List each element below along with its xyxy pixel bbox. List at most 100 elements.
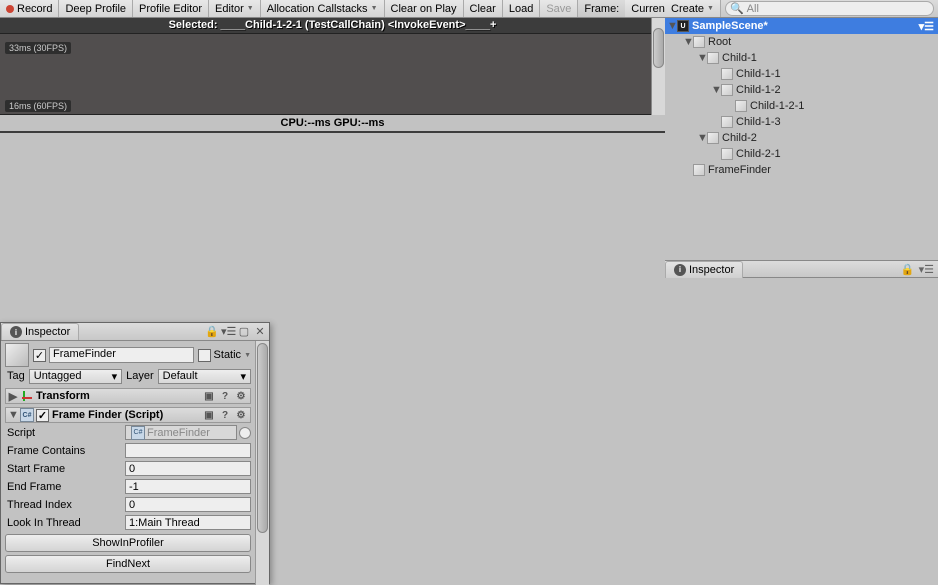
tag-value: Untagged — [34, 370, 82, 382]
look-in-thread-dropdown[interactable]: 1:Main Thread — [125, 515, 251, 530]
framefinder-component-header[interactable]: ▼ C# ✓ Frame Finder (Script) ▣?⚙ — [5, 407, 251, 423]
tag-label: Tag — [5, 370, 27, 382]
foldout-icon[interactable]: ▼ — [667, 20, 677, 32]
current-button[interactable]: Curren — [625, 0, 665, 17]
gameobject-enabled-checkbox[interactable]: ✓ — [33, 349, 46, 362]
clear-button[interactable]: Clear — [464, 0, 503, 17]
chevron-down-icon: ▼ — [247, 5, 254, 12]
scene-options-icon[interactable]: ▾☰ — [919, 20, 934, 33]
hierarchy-item[interactable]: ▼Child-1 — [665, 50, 938, 66]
tag-dropdown[interactable]: Untagged▾ — [29, 369, 122, 384]
gameobject-icon — [721, 84, 733, 96]
script-header-label: Frame Finder (Script) — [52, 409, 163, 421]
hierarchy-item[interactable]: Child-1-2-1 — [665, 98, 938, 114]
gameobject-name-input[interactable]: FrameFinder — [49, 347, 194, 363]
gameobject-icon — [693, 36, 705, 48]
component-enabled-checkbox[interactable]: ✓ — [36, 409, 49, 422]
gear-icon[interactable]: ⚙ — [234, 410, 248, 421]
hierarchy-search-input[interactable]: 🔍All — [725, 1, 934, 16]
profiler-scrollbar[interactable] — [651, 18, 665, 115]
frame-contains-input[interactable] — [125, 443, 251, 458]
alloc-label: Allocation Callstacks — [267, 3, 368, 15]
unity-icon: U — [677, 20, 689, 32]
record-button[interactable]: Record — [0, 0, 59, 17]
lock-icon[interactable]: 🔒 — [901, 263, 915, 276]
profile-editor-button[interactable]: Profile Editor — [133, 0, 209, 17]
gameobject-icon — [721, 68, 733, 80]
scrollbar-thumb[interactable] — [257, 343, 268, 533]
maximize-icon[interactable]: ▢ — [237, 325, 251, 338]
script-icon: C# — [20, 408, 34, 422]
inspector-tab[interactable]: iInspector — [665, 261, 743, 278]
thread-index-input[interactable]: 0 — [125, 497, 251, 512]
lock-icon[interactable]: 🔒 — [205, 325, 219, 338]
close-icon[interactable]: ✕ — [253, 325, 267, 338]
foldout-icon[interactable]: ▶ — [8, 390, 18, 403]
gear-icon[interactable]: ⚙ — [234, 391, 248, 402]
reference-icon[interactable]: ▣ — [202, 410, 216, 421]
end-frame-label: End Frame — [5, 481, 125, 493]
foldout-icon[interactable]: ▼ — [711, 84, 721, 96]
scrollbar-thumb[interactable] — [653, 28, 664, 68]
create-dropdown[interactable]: Create▼ — [665, 0, 721, 17]
editor-label: Editor — [215, 3, 244, 15]
right-inspector-tabbar: iInspector 🔒 ▾☰ — [665, 260, 938, 278]
load-button[interactable]: Load — [503, 0, 540, 17]
hierarchy-tree: ▼ U SampleScene* ▾☰ ▼Root▼Child-1Child-1… — [665, 18, 938, 258]
foldout-icon[interactable]: ▼ — [8, 409, 18, 421]
allocation-callstacks-dropdown[interactable]: Allocation Callstacks▼ — [261, 0, 385, 17]
options-icon[interactable]: ▾☰ — [919, 263, 934, 276]
hierarchy-item[interactable]: Child-2-1 — [665, 146, 938, 162]
options-icon[interactable]: ▾☰ — [221, 325, 235, 338]
transform-icon — [20, 389, 34, 403]
hierarchy-item[interactable]: Child-1-1 — [665, 66, 938, 82]
deep-profile-button[interactable]: Deep Profile — [59, 0, 133, 17]
start-frame-input[interactable]: 0 — [125, 461, 251, 476]
hierarchy-item[interactable]: Child-1-3 — [665, 114, 938, 130]
end-frame-input[interactable]: -1 — [125, 479, 251, 494]
create-label: Create — [671, 3, 704, 15]
script-icon: C# — [131, 426, 145, 440]
gameobject-icon — [707, 132, 719, 144]
profiler-panel: Record Deep Profile Profile Editor Edito… — [0, 0, 665, 133]
hierarchy-item[interactable]: FrameFinder — [665, 162, 938, 178]
foldout-icon[interactable]: ▼ — [683, 36, 693, 48]
start-frame-label: Start Frame — [5, 463, 125, 475]
thread-index-label: Thread Index — [5, 499, 125, 511]
help-icon[interactable]: ? — [218, 410, 232, 421]
foldout-icon[interactable]: ▼ — [697, 132, 707, 144]
static-toggle[interactable]: Static▼ — [198, 349, 251, 362]
find-next-button[interactable]: FindNext — [5, 555, 251, 573]
hierarchy-item-label: FrameFinder — [708, 164, 771, 176]
layer-dropdown[interactable]: Default▾ — [158, 369, 251, 384]
hierarchy-item[interactable]: ▼ Child-2 — [665, 130, 938, 146]
profiler-stats-bar: CPU:--ms GPU:--ms — [0, 115, 665, 131]
reference-icon[interactable]: ▣ — [202, 391, 216, 402]
object-picker-icon[interactable] — [239, 427, 251, 439]
frame-label: Frame: — [578, 0, 625, 17]
save-button[interactable]: Save — [540, 0, 578, 17]
foldout-icon[interactable]: ▼ — [697, 52, 707, 64]
profiler-cpu-graph[interactable]: 33ms (30FPS) 16ms (60FPS) — [0, 33, 665, 115]
help-icon[interactable]: ? — [218, 391, 232, 402]
gameobject-icon[interactable] — [5, 343, 29, 367]
info-icon: i — [674, 264, 686, 276]
chevron-down-icon[interactable]: ▼ — [244, 352, 251, 359]
hierarchy-item-label: Child-1-2-1 — [750, 100, 804, 112]
gameobject-icon — [735, 100, 747, 112]
transform-component-header[interactable]: ▶ Transform ▣?⚙ — [5, 388, 251, 404]
show-in-profiler-button[interactable]: ShowInProfiler — [5, 534, 251, 552]
clear-on-play-button[interactable]: Clear on Play — [385, 0, 464, 17]
inspector-tab-label: Inspector — [25, 326, 70, 338]
hierarchy-item[interactable]: ▼Child-1-2 — [665, 82, 938, 98]
script-field-value[interactable]: C#FrameFinder — [125, 425, 237, 440]
inspector-scrollbar[interactable] — [255, 341, 269, 585]
hierarchy-item[interactable]: ▼Root — [665, 34, 938, 50]
editor-dropdown[interactable]: Editor▼ — [209, 0, 261, 17]
inspector-tab[interactable]: iInspector — [1, 323, 79, 340]
hierarchy-item-label: Child-2 — [722, 132, 757, 144]
hierarchy-item-label: Child-1-3 — [736, 116, 781, 128]
static-checkbox[interactable] — [198, 349, 211, 362]
gameobject-icon — [707, 52, 719, 64]
scene-row[interactable]: ▼ U SampleScene* ▾☰ — [665, 18, 938, 34]
